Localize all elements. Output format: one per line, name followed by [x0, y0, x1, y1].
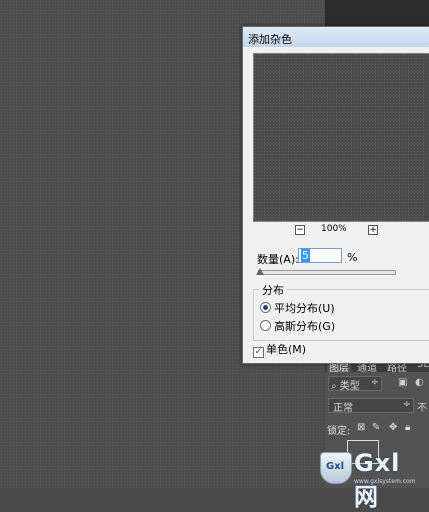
blend-mode-select[interactable]: 正常 ÷	[328, 398, 414, 414]
monochromatic-label: 单色(M)	[266, 343, 307, 356]
zoom-in-button[interactable]: +	[368, 225, 378, 235]
amount-label: 数量(A):	[257, 253, 299, 266]
zoom-out-button[interactable]: −	[295, 225, 305, 235]
dialog-title: 添加杂色	[248, 33, 292, 46]
add-noise-dialog: 添加杂色 − 100% + 数量(A): 5 % 分布 平均分布(U) 高斯分布…	[242, 26, 429, 364]
amount-input[interactable]: 5	[298, 248, 342, 263]
zoom-level: 100%	[321, 224, 347, 234]
search-icon: ⌕	[331, 381, 337, 392]
monochromatic-checkbox[interactable]: ✓ 单色(M)	[253, 341, 306, 358]
opacity-label: 不	[417, 403, 427, 414]
lock-row: 锁定: ⊠ ✎ ✥ 🔒︎	[325, 422, 429, 437]
amount-value: 5	[301, 249, 310, 262]
noise-preview[interactable]	[253, 53, 429, 222]
gaussian-radio[interactable]: 高斯分布(G)	[260, 318, 335, 334]
gaussian-label: 高斯分布(G)	[274, 320, 336, 333]
chevron-down-icon: ÷	[370, 377, 379, 388]
lock-pixels-icon[interactable]: ✎	[372, 422, 380, 433]
dialog-titlebar[interactable]: 添加杂色	[243, 27, 429, 47]
uniform-radio[interactable]: 平均分布(U)	[260, 300, 335, 316]
layer-filter-select[interactable]: ⌕ 类型 ÷	[328, 376, 382, 392]
amount-unit: %	[347, 251, 358, 264]
shield-logo-icon: Gxl	[320, 452, 352, 484]
lock-transparent-icon[interactable]: ⊠	[357, 422, 365, 433]
watermark-shield-text: Gxl	[326, 461, 345, 472]
checkmark-icon: ✓	[253, 347, 264, 358]
lock-label: 锁定:	[327, 426, 351, 437]
image-filter-icon[interactable]: ▣	[398, 377, 407, 388]
radio-selected-icon	[260, 302, 271, 313]
site-watermark-logo: Gxl Gxl 网 www.gxlsystem.com	[320, 446, 429, 511]
lock-all-icon[interactable]: 🔒︎	[405, 422, 410, 433]
chevron-down-icon: ÷	[402, 399, 411, 410]
radio-unselected-icon	[260, 320, 271, 331]
adjustment-filter-icon[interactable]: ◐	[415, 377, 424, 388]
uniform-label: 平均分布(U)	[274, 302, 335, 315]
amount-slider-thumb[interactable]	[256, 268, 264, 275]
lock-position-icon[interactable]: ✥	[389, 422, 397, 433]
blend-mode-value: 正常	[333, 403, 353, 414]
watermark-url: www.gxlsystem.com	[354, 478, 416, 485]
amount-slider-track[interactable]	[258, 270, 396, 275]
distribution-legend: 分布	[259, 282, 287, 298]
filter-kind-label: 类型	[339, 381, 360, 392]
